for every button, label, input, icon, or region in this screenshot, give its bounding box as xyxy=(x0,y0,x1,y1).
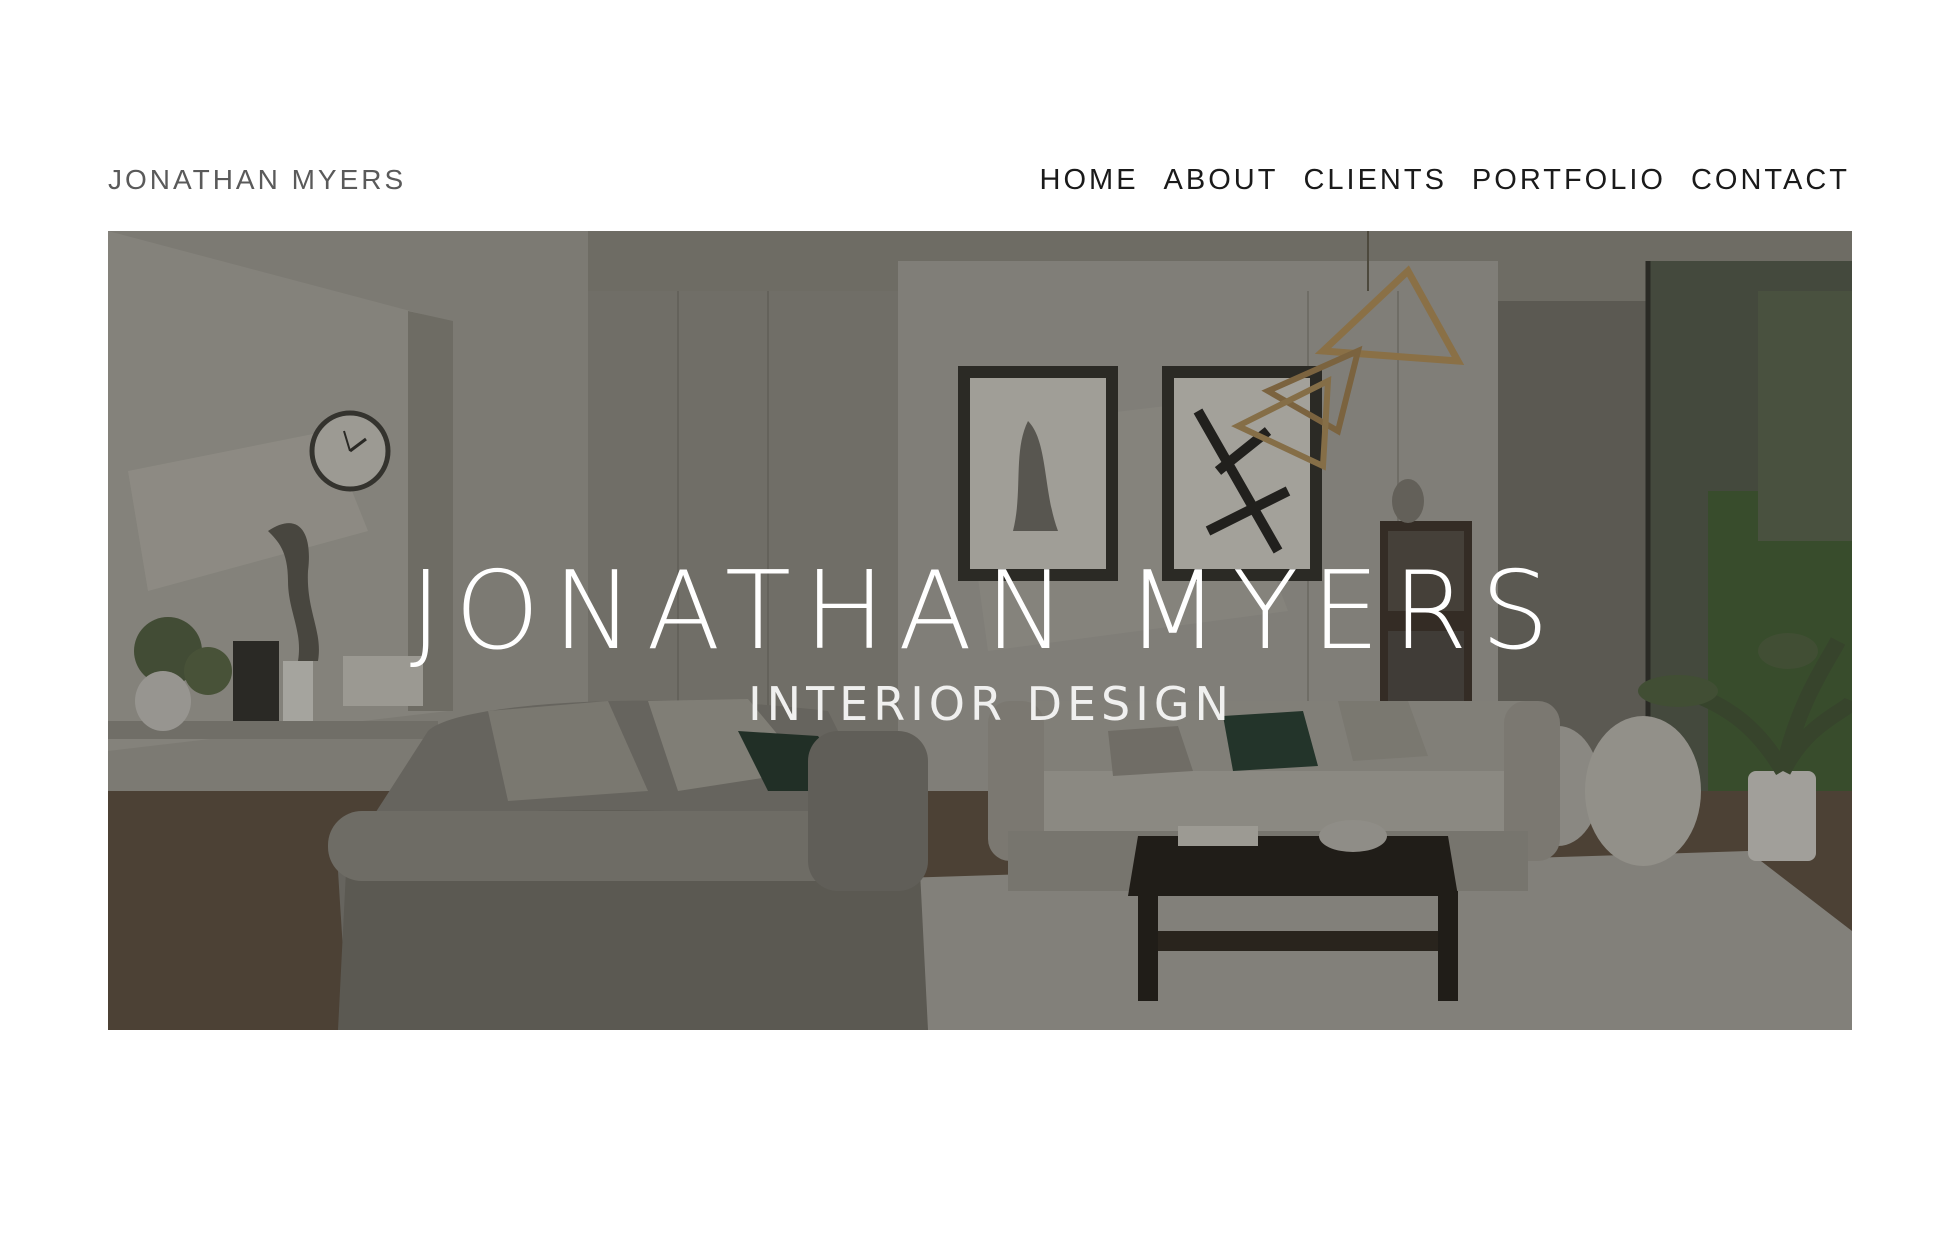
page: JONATHAN MYERS HOME ABOUT CLIENTS PORTFO… xyxy=(0,0,1954,1250)
hero-title: JONATHAN MYERS xyxy=(409,549,1563,674)
nav-clients[interactable]: CLIENTS xyxy=(1303,164,1446,197)
nav-portfolio[interactable]: PORTFOLIO xyxy=(1472,164,1666,197)
main-nav: HOME ABOUT CLIENTS PORTFOLIO CONTACT xyxy=(1040,164,1850,197)
nav-about[interactable]: ABOUT xyxy=(1164,164,1279,197)
hero-banner: JONATHAN MYERS INTERIOR DESIGN xyxy=(108,231,1852,1030)
nav-home[interactable]: HOME xyxy=(1040,164,1139,197)
nav-contact[interactable]: CONTACT xyxy=(1691,164,1850,197)
brand-logo-link[interactable]: JONATHAN MYERS xyxy=(108,164,406,196)
site-header: JONATHAN MYERS HOME ABOUT CLIENTS PORTFO… xyxy=(108,160,1850,200)
hero-subtitle: INTERIOR DESIGN xyxy=(748,677,1234,731)
